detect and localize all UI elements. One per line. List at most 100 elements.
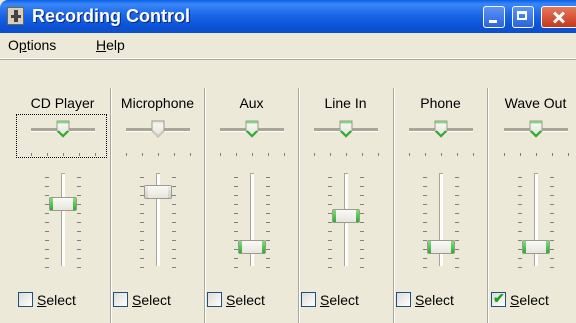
balance-tick — [95, 153, 96, 156]
balance-tick — [330, 153, 331, 156]
balance-tick — [362, 153, 363, 156]
volume-tick — [550, 240, 554, 241]
volume-control-icon[interactable] — [7, 7, 24, 25]
select-label: Select — [320, 292, 359, 308]
volume-tick — [140, 213, 144, 214]
volume-slider[interactable] — [144, 184, 172, 199]
volume-tick — [360, 195, 364, 196]
volume-tick — [455, 240, 459, 241]
volume-tick — [45, 267, 49, 268]
balance-slider[interactable] — [529, 120, 543, 138]
volume-tick — [77, 195, 81, 196]
volume-tick — [550, 231, 554, 232]
balance-tick — [268, 153, 269, 156]
volume-tick — [172, 258, 176, 259]
volume-tick — [77, 213, 81, 214]
volume-tick — [140, 231, 144, 232]
select-text: elect — [235, 292, 265, 308]
balance-slider[interactable] — [151, 120, 165, 138]
close-icon[interactable] — [541, 6, 576, 28]
select-label: Select — [132, 292, 171, 308]
volume-slider[interactable] — [332, 208, 360, 223]
volume-slider[interactable] — [522, 240, 550, 255]
volume-tick — [360, 222, 364, 223]
title-bar[interactable]: Recording Control — [0, 0, 576, 33]
menu-bar: Options Help — [0, 33, 576, 59]
volume-tick — [328, 195, 332, 196]
volume-tick — [77, 231, 81, 232]
balance-tick — [346, 153, 347, 156]
checkbox[interactable] — [207, 292, 222, 307]
volume-tick — [360, 240, 364, 241]
balance-tick — [520, 153, 521, 156]
balance-tick — [504, 153, 505, 156]
volume-tick — [550, 186, 554, 187]
balance-tick — [457, 153, 458, 156]
volume-tick — [45, 195, 49, 196]
volume-tick — [266, 222, 270, 223]
volume-tick — [172, 195, 176, 196]
volume-tick — [550, 204, 554, 205]
volume-tick — [360, 177, 364, 178]
volume-tick — [518, 213, 522, 214]
volume-tick — [140, 222, 144, 223]
balance-tick — [31, 153, 32, 156]
volume-tick — [266, 186, 270, 187]
volume-tick — [45, 249, 49, 250]
volume-tick — [328, 249, 332, 250]
volume-slider[interactable] — [49, 196, 77, 211]
volume-tick — [45, 240, 49, 241]
volume-tick — [45, 213, 49, 214]
volume-slider[interactable] — [427, 240, 455, 255]
volume-tick — [234, 258, 238, 259]
checkbox[interactable] — [113, 292, 128, 307]
volume-tick — [172, 204, 176, 205]
minimize-icon[interactable] — [483, 6, 505, 28]
volume-tick — [455, 195, 459, 196]
volume-tick — [328, 177, 332, 178]
volume-tick — [140, 258, 144, 259]
balance-slider[interactable] — [339, 120, 353, 138]
volume-tick — [266, 195, 270, 196]
checkbox[interactable] — [18, 292, 33, 307]
menu-options[interactable]: Options — [8, 37, 56, 53]
checkbox[interactable] — [301, 292, 316, 307]
volume-tick — [518, 231, 522, 232]
channel-separator — [298, 88, 300, 323]
volume-tick — [140, 204, 144, 205]
volume-tick — [423, 258, 427, 259]
volume-track[interactable] — [61, 173, 65, 266]
channel-separator — [393, 88, 395, 323]
menu-help-text-end: elp — [106, 37, 125, 53]
balance-slider[interactable] — [245, 120, 259, 138]
balance-tick — [142, 153, 143, 156]
volume-tick — [423, 213, 427, 214]
volume-tick — [328, 267, 332, 268]
volume-tick — [360, 249, 364, 250]
volume-tick — [360, 213, 364, 214]
volume-tick — [550, 213, 554, 214]
volume-tick — [518, 267, 522, 268]
checkbox[interactable]: ✔ — [491, 290, 506, 307]
balance-slider[interactable] — [434, 120, 448, 138]
volume-tick — [518, 204, 522, 205]
volume-slider[interactable] — [238, 240, 266, 255]
volume-tick — [518, 186, 522, 187]
balance-tick — [441, 153, 442, 156]
volume-tick — [423, 267, 427, 268]
volume-tick — [328, 204, 332, 205]
balance-slider[interactable] — [56, 120, 70, 138]
checkbox[interactable] — [396, 292, 411, 307]
volume-tick — [455, 177, 459, 178]
volume-tick — [360, 186, 364, 187]
menu-help[interactable]: Help — [96, 37, 125, 53]
maximize-icon[interactable] — [512, 6, 534, 28]
select-label: Select — [37, 292, 76, 308]
volume-tick — [140, 249, 144, 250]
volume-tick — [140, 177, 144, 178]
balance-tick — [79, 153, 80, 156]
window-title: Recording Control — [32, 6, 190, 26]
volume-tick — [360, 258, 364, 259]
volume-tick — [455, 258, 459, 259]
volume-tick — [423, 222, 427, 223]
